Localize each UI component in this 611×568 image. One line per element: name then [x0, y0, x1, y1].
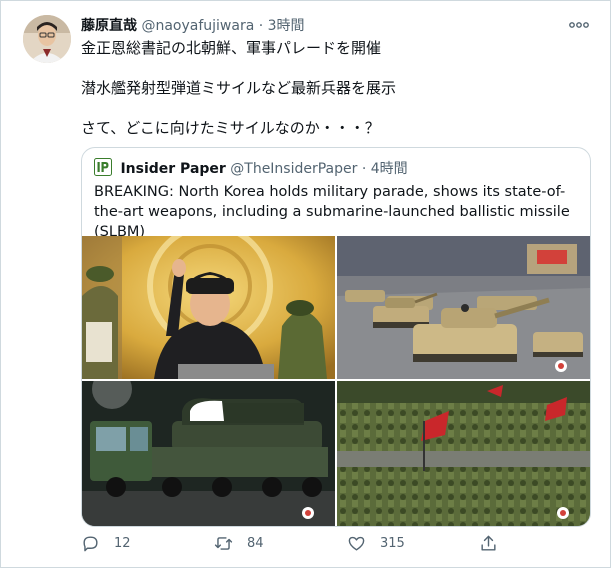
share-button[interactable]: [479, 531, 512, 555]
tweet-line: さて、どこに向けたミサイルなのか・・・？: [81, 119, 380, 137]
photo-troops-marching[interactable]: [337, 381, 590, 526]
photo-missile-truck[interactable]: [82, 381, 335, 526]
retweet-count: 84: [247, 535, 264, 551]
author-name[interactable]: 藤原直哉: [81, 18, 137, 34]
reply-count: 12: [114, 535, 131, 551]
tweet-actions: 12 84 315: [81, 531, 531, 555]
tweet-line: 潜水艦発射型弾道ミサイルなど最新兵器を展示: [81, 79, 397, 97]
photo-leader-waving[interactable]: [82, 236, 335, 379]
author-handle[interactable]: @naoyafujiwara: [141, 18, 254, 34]
reply-icon: [83, 535, 98, 551]
like-icon: [348, 536, 365, 551]
tweet-card[interactable]: 藤原直哉 @naoyafujiwara · 3時間 金正恩総書記の北朝鮮、軍事パ…: [0, 0, 611, 568]
insider-paper-logo-icon: [94, 158, 112, 176]
tweet-text: 金正恩総書記の北朝鮮、軍事パレードを開催 潜水艦発射型弾道ミサイルなど最新兵器を…: [81, 38, 581, 158]
tweet-header: 藤原直哉 @naoyafujiwara · 3時間: [81, 16, 550, 36]
separator-dot: ·: [361, 161, 367, 177]
tweet-line: 金正恩総書記の北朝鮮、軍事パレードを開催: [81, 39, 382, 57]
retweet-button[interactable]: 84: [214, 531, 264, 555]
media-grid: [82, 236, 590, 526]
like-button[interactable]: 315: [347, 531, 405, 555]
reply-button[interactable]: 12: [81, 531, 131, 555]
tweet-timestamp[interactable]: 3時間: [268, 18, 305, 34]
more-horizontal-icon[interactable]: [568, 15, 590, 35]
quoted-author-handle[interactable]: @TheInsiderPaper: [230, 161, 357, 177]
retweet-icon: [214, 536, 233, 550]
quoted-tweet-header: Insider Paper @TheInsiderPaper · 4時間: [94, 158, 408, 178]
separator-dot: ·: [258, 18, 264, 34]
quoted-tweet-timestamp[interactable]: 4時間: [371, 161, 408, 177]
quoted-tweet-text: BREAKING: North Korea holds military par…: [94, 184, 570, 240]
like-count: 315: [380, 535, 405, 551]
avatar-photo: [23, 15, 71, 63]
quoted-author-name[interactable]: Insider Paper: [120, 161, 225, 177]
author-avatar[interactable]: [23, 15, 71, 63]
share-icon: [481, 535, 496, 551]
photo-tanks-parade[interactable]: [337, 236, 590, 379]
quoted-tweet[interactable]: Insider Paper @TheInsiderPaper · 4時間 BRE…: [81, 147, 591, 527]
